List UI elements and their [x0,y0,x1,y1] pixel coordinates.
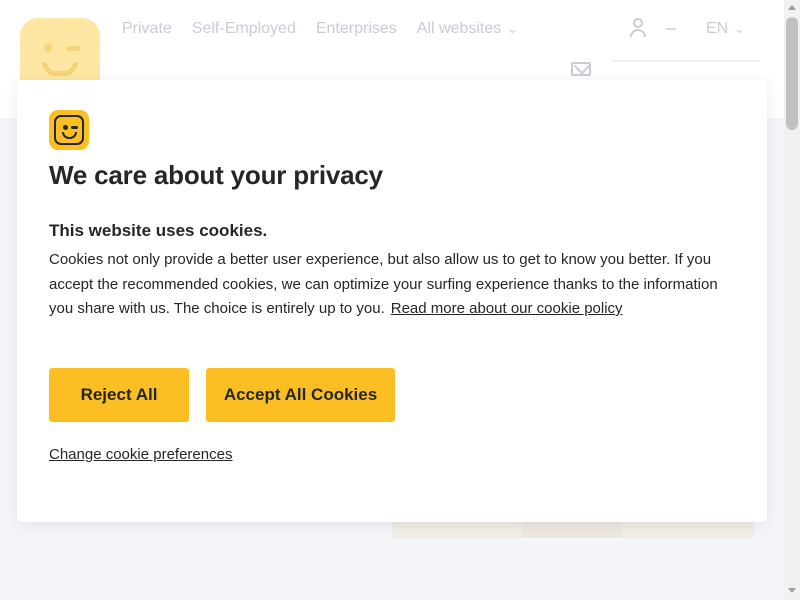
scroll-thumb[interactable] [786,17,798,130]
cookie-consent-dialog: We care about your privacy This website … [17,80,767,522]
change-cookie-preferences-link[interactable]: Change cookie preferences [49,446,232,463]
reject-all-button[interactable]: Reject All [49,368,189,422]
cookie-description: Cookies not only provide a better user e… [49,248,739,322]
nav-item-all-websites: All websites ⌄ [416,20,518,37]
brand-logo-icon [49,110,89,150]
chevron-down-icon: ⌄ [507,22,518,36]
language-selector: EN ⌄ [706,20,745,37]
scroll-up-arrow-icon[interactable] [788,5,796,10]
hero-image [392,520,754,538]
top-navigation: Private Self-Employed Enterprises All we… [122,20,517,38]
nav-item-private: Private [122,20,172,37]
cookie-policy-link[interactable]: Read more about our cookie policy [391,300,623,317]
user-icon [628,16,648,38]
chevron-down-icon: ⌄ [734,22,745,36]
search-underline [612,60,760,62]
mail-icon [571,62,591,76]
dialog-title: We care about your privacy [49,160,383,190]
cookie-subheading: This website uses cookies. [49,221,268,240]
nav-item-self-employed: Self-Employed [191,20,296,37]
page-scrollbar[interactable] [784,0,800,600]
nav-item-enterprises: Enterprises [315,20,397,37]
scroll-down-arrow-icon[interactable] [788,588,796,593]
header-divider [666,28,676,30]
accept-all-cookies-button[interactable]: Accept All Cookies [206,368,395,422]
